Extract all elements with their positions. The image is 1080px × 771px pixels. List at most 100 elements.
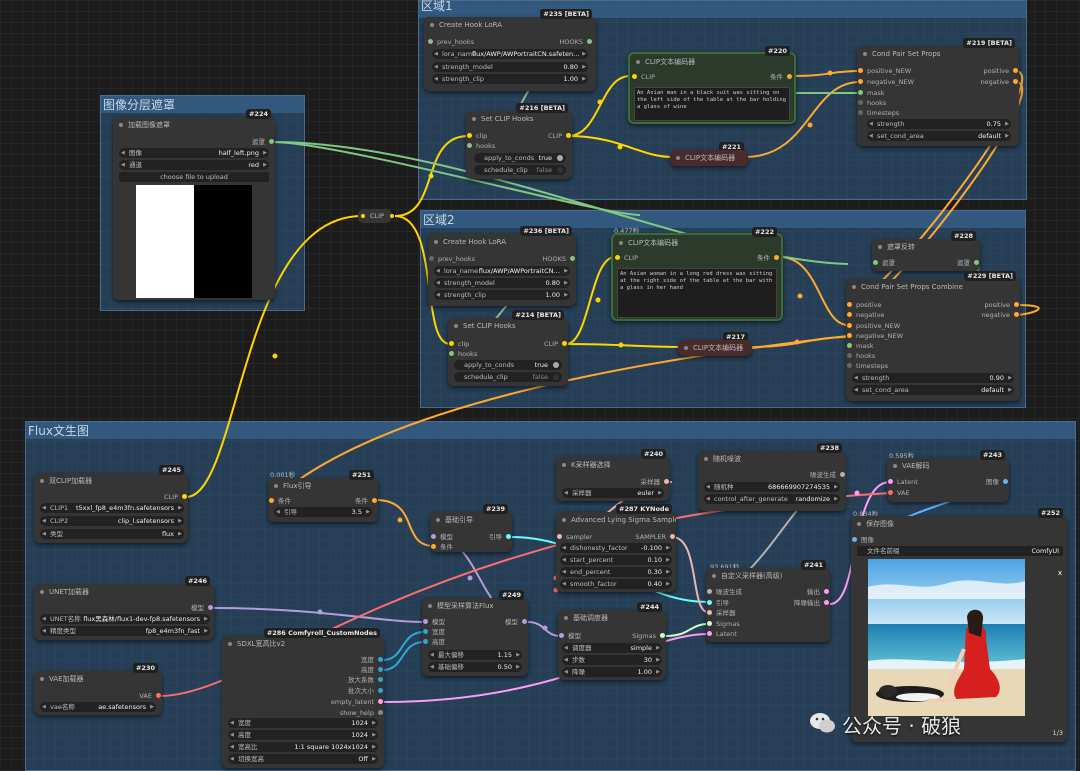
node-custom-sampler-advanced-241[interactable]: #241 自定义采样器(高级) 噪波生成 引导 采样器 Sigmas Laten… xyxy=(706,560,830,642)
width-widget[interactable]: 宽度 1024 xyxy=(228,718,378,728)
sampler-input[interactable]: 采样器 xyxy=(707,608,736,618)
node-title[interactable]: 基础调度器 xyxy=(558,610,666,626)
negative-new-input[interactable]: negative_NEW xyxy=(858,77,914,87)
guider-input[interactable]: 引导 xyxy=(707,598,729,608)
node-title[interactable]: 加载图像遮罩 xyxy=(113,117,275,133)
filename-prefix-widget[interactable]: 文件名前缀 ComfyUI xyxy=(857,546,1063,556)
node-title[interactable]: 模型采样算法Flux xyxy=(422,598,528,614)
node-title[interactable]: Cond Pair Set Props xyxy=(857,46,1019,62)
noise-output[interactable]: 噪波生成 xyxy=(810,470,845,480)
node-title[interactable]: K采样器选择 xyxy=(556,457,670,473)
end-percent-widget[interactable]: end_percent 0.30 xyxy=(560,567,672,577)
control-after-generate-widget[interactable]: control_after_generate randomize xyxy=(704,494,840,504)
conditioning-output[interactable]: 条件 xyxy=(770,72,792,82)
node-set-clip-hooks-216[interactable]: #216 [BETA] Set CLIP Hooks clip hooks CL… xyxy=(466,103,572,179)
hooks-input[interactable]: hooks xyxy=(847,351,875,361)
vae-output[interactable]: VAE xyxy=(139,691,161,701)
positive-new-input[interactable]: positive_NEW xyxy=(847,321,900,331)
node-create-hook-lora-235[interactable]: #235 [BETA] Create Hook LoRA prev_hooks … xyxy=(424,9,596,91)
positive-new-input[interactable]: positive_NEW xyxy=(858,66,911,76)
clip-input[interactable]: CLIP xyxy=(615,253,638,263)
mask-output[interactable]: 遮罩 xyxy=(252,137,274,147)
apply-to-conds-toggle[interactable]: apply_to_conds true xyxy=(454,360,562,370)
model-input[interactable]: 模型 xyxy=(423,617,445,627)
channel-select-widget[interactable]: 通道 red xyxy=(119,160,269,170)
node-title[interactable]: 基础引导 xyxy=(430,512,512,528)
set-cond-area-widget[interactable]: set_cond_area default xyxy=(852,385,1014,395)
unet-name-widget[interactable]: UNET名称flux黑森林/flux1-dev-fp8.safetensors xyxy=(40,614,210,624)
model-output[interactable]: 模型 xyxy=(191,603,213,613)
node-clip-text-encode-222[interactable]: #222 CLIP文本编码器 CLIP 条件 An Asian woman in… xyxy=(611,227,783,321)
positive-input[interactable]: positive xyxy=(847,300,882,310)
image-select-widget[interactable]: 图像 half_left.png xyxy=(119,148,269,158)
timesteps-input[interactable]: timesteps xyxy=(847,361,888,371)
conditioning-input[interactable]: 条件 xyxy=(431,542,453,552)
vae-input[interactable]: VAE xyxy=(888,488,910,498)
node-title[interactable]: CLIP文本编码器 xyxy=(613,235,781,251)
node-flux-guidance-251[interactable]: #251 Flux引导 条件 条件 引导3.5 xyxy=(268,470,378,522)
node-cond-pair-set-props-combine-229[interactable]: #229 [BETA] Cond Pair Set Props Combine … xyxy=(846,271,1020,401)
width-output[interactable]: 宽度 xyxy=(361,655,383,665)
clip-reroute[interactable]: CLIP xyxy=(358,209,394,223)
mask-input[interactable]: 遮罩 xyxy=(873,258,895,268)
strength-model-widget[interactable]: strength_model 0.80 xyxy=(432,62,588,72)
node-clip-text-encode-217[interactable]: #217 CLIP文本编码器 xyxy=(678,332,752,356)
conditioning-output[interactable]: 条件 xyxy=(757,253,779,263)
node-title[interactable]: Flux引导 xyxy=(268,478,378,494)
show-help-output[interactable]: show_help xyxy=(340,708,383,718)
image-output[interactable]: 图像 xyxy=(986,477,1008,487)
aspect-ratio-widget[interactable]: 宽高比 1:1 square 1024x1024 xyxy=(228,742,378,752)
height-widget[interactable]: 高度 1024 xyxy=(228,730,378,740)
node-vae-loader-230[interactable]: #230 VAE加载器 VAE vae名称ae.safetensors xyxy=(34,663,162,715)
prompt-textarea[interactable]: An Asian man in a black suit was sitting… xyxy=(634,87,790,121)
node-basic-guider-239[interactable]: #239 基础引导 模型 条件 引导 xyxy=(430,504,512,552)
positive-output[interactable]: positive xyxy=(984,66,1018,76)
clip-input[interactable]: clip xyxy=(449,339,469,349)
hooks-output[interactable]: HOOKS xyxy=(542,254,575,264)
sampler-input[interactable]: sampler xyxy=(557,532,592,542)
node-clip-text-encode-220[interactable]: #220 CLIP文本编码器 CLIP 条件 An Asian man in a… xyxy=(628,46,796,124)
mask-input[interactable]: mask xyxy=(847,341,873,351)
node-title[interactable]: Set CLIP Hooks xyxy=(466,111,572,127)
strength-clip-widget[interactable]: strength_clip 1.00 xyxy=(432,74,588,84)
node-lying-sigma-sampler-287[interactable]: #287 KYNode Advanced Lying Sigma Sampler… xyxy=(556,504,676,592)
node-graph-canvas[interactable]: 区域1 区域2 图像分层遮罩 Flux文生图 #235 [BETA] Creat… xyxy=(0,0,1080,771)
clip2-widget[interactable]: CLIP2 clip_l.safetensors xyxy=(40,516,184,526)
sigmas-input[interactable]: Sigmas xyxy=(707,619,740,629)
node-title[interactable]: Set CLIP Hooks xyxy=(448,318,568,334)
negative-input[interactable]: negative xyxy=(847,310,884,320)
clip1-widget[interactable]: CLIP1 t5xxl_fp8_e4m3fn.safetensors xyxy=(40,503,184,513)
node-title[interactable]: 遮罩反转 xyxy=(872,239,980,255)
conditioning-output[interactable]: 条件 xyxy=(355,496,377,506)
node-title[interactable]: Cond Pair Set Props Combine xyxy=(846,279,1020,295)
clip-input[interactable]: clip xyxy=(467,131,487,141)
batch-size-output[interactable]: 批次大小 xyxy=(348,686,383,696)
upload-button[interactable]: choose file to upload xyxy=(119,172,269,182)
seed-widget[interactable]: 随机种 686669907274535 xyxy=(704,482,840,492)
prev-hooks-input[interactable]: prev_hooks xyxy=(428,37,474,47)
prev-hooks-input[interactable]: prev_hooks xyxy=(429,254,475,264)
apply-to-conds-toggle[interactable]: apply_to_conds true xyxy=(474,153,566,163)
mask-input[interactable]: mask xyxy=(858,88,884,98)
width-input[interactable]: 宽度 xyxy=(423,627,445,637)
weight-dtype-widget[interactable]: 精度类型 fp8_e4m3fn_fast xyxy=(40,626,210,636)
node-title[interactable]: CLIP文本编码器 xyxy=(678,340,752,356)
latent-input[interactable]: Latent xyxy=(707,629,737,639)
hooks-input[interactable]: hooks xyxy=(449,349,477,359)
node-title[interactable]: Create Hook LoRA xyxy=(428,234,576,250)
schedule-clip-toggle[interactable]: schedule_clip false xyxy=(454,372,562,382)
node-basic-scheduler-244[interactable]: #244 基础调度器 模型 Sigmas 调度器simple 步数30 降噪1.… xyxy=(558,602,666,680)
node-title[interactable]: Advanced Lying Sigma Sampler xyxy=(556,512,676,528)
clip-output[interactable]: CLIP xyxy=(164,492,187,502)
node-unet-loader-246[interactable]: #246 UNET加载器 模型 UNET名称flux黑森林/flux1-dev-… xyxy=(34,576,214,640)
node-clip-text-encode-221[interactable]: #221 CLIP文本编码器 xyxy=(670,142,748,166)
clip-input[interactable]: CLIP xyxy=(632,72,655,82)
model-output[interactable]: 模型 xyxy=(505,617,527,627)
node-title[interactable]: 保存图像 xyxy=(851,516,1067,532)
node-dual-clip-loader-245[interactable]: #245 双CLIP加载器 CLIP CLIP1t5xxl_fp8_e4m3fn… xyxy=(34,465,188,543)
node-title[interactable]: 自定义采样器(高级) xyxy=(706,568,830,584)
timesteps-input[interactable]: timesteps xyxy=(858,108,899,118)
negative-output[interactable]: negative xyxy=(981,77,1018,87)
node-title[interactable]: Create Hook LoRA xyxy=(424,17,596,33)
node-title[interactable]: CLIP文本编码器 xyxy=(630,54,794,70)
